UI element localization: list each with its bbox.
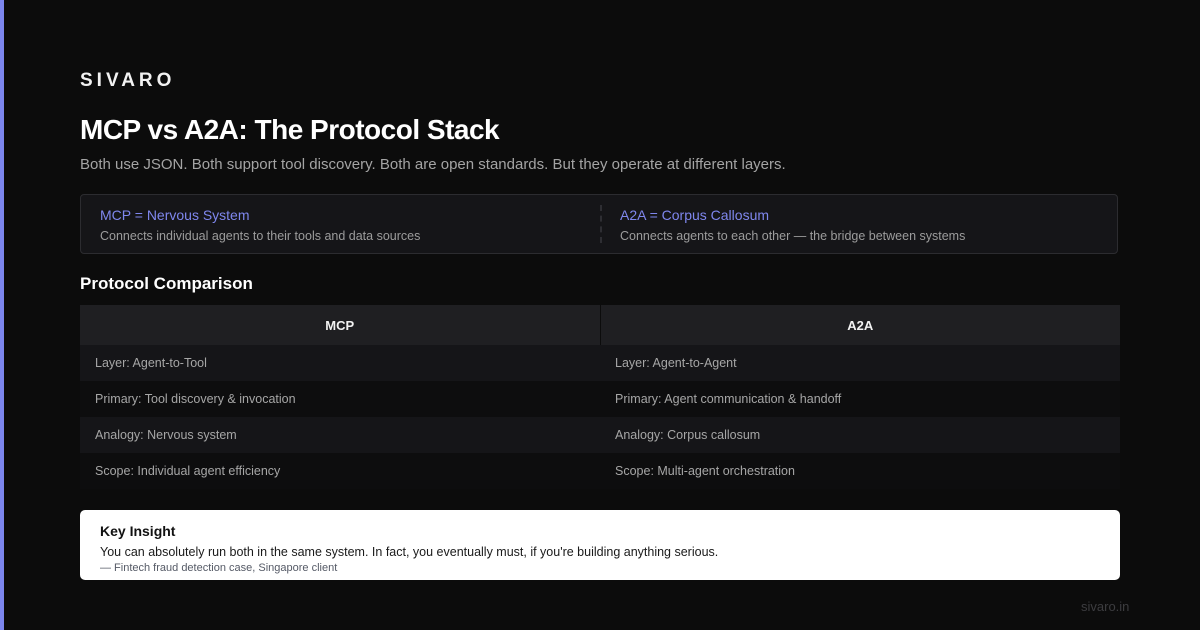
table-row: Scope: Individual agent efficiency Scope…	[80, 453, 1120, 489]
table-cell: Analogy: Corpus callosum	[615, 428, 761, 442]
key-insight-card: Key Insight You can absolutely run both …	[80, 510, 1120, 580]
table-cell: Scope: Multi-agent orchestration	[615, 464, 795, 478]
analogy-mcp-heading: MCP = Nervous System	[100, 207, 250, 223]
analogy-panel: MCP = Nervous System Connects individual…	[80, 194, 1118, 254]
table-row: Analogy: Nervous system Analogy: Corpus …	[80, 417, 1120, 453]
table-row: Primary: Tool discovery & invocation Pri…	[80, 381, 1120, 417]
analogy-a2a-heading: A2A = Corpus Callosum	[620, 207, 770, 223]
page-subtitle: Both use JSON. Both support tool discove…	[80, 156, 786, 173]
key-insight-text: You can absolutely run both in the same …	[100, 545, 719, 559]
table-cell: Analogy: Nervous system	[95, 428, 237, 442]
table-cell: Primary: Tool discovery & invocation	[95, 392, 296, 406]
table-header: MCP A2A	[80, 305, 1120, 345]
analogy-a2a-description: Connects agents to each other — the brid…	[620, 229, 966, 243]
table-cell: Layer: Agent-to-Agent	[615, 356, 737, 370]
analogy-mcp: MCP = Nervous System Connects individual…	[100, 207, 420, 243]
table-cell: Layer: Agent-to-Tool	[95, 356, 207, 370]
column-header-mcp: MCP	[80, 305, 600, 345]
comparison-table: MCP A2A Layer: Agent-to-Tool Layer: Agen…	[80, 305, 1120, 489]
analogy-a2a: A2A = Corpus Callosum Connects agents to…	[620, 207, 965, 243]
analogy-divider	[600, 205, 602, 243]
analogy-mcp-description: Connects individual agents to their tool…	[100, 229, 421, 243]
brand-logo: SIVARO	[80, 70, 176, 91]
footer-url: sivaro.in	[1081, 599, 1130, 614]
accent-bar	[0, 0, 4, 630]
comparison-section-title: Protocol Comparison	[80, 274, 253, 293]
table-row: Layer: Agent-to-Tool Layer: Agent-to-Age…	[80, 345, 1120, 381]
page-title: MCP vs A2A: The Protocol Stack	[80, 114, 500, 145]
column-header-a2a: A2A	[600, 305, 1120, 345]
table-cell: Scope: Individual agent efficiency	[95, 464, 281, 478]
key-insight-title: Key Insight	[100, 523, 176, 539]
table-cell: Primary: Agent communication & handoff	[615, 392, 842, 406]
key-insight-source: — Fintech fraud detection case, Singapor…	[100, 562, 338, 574]
